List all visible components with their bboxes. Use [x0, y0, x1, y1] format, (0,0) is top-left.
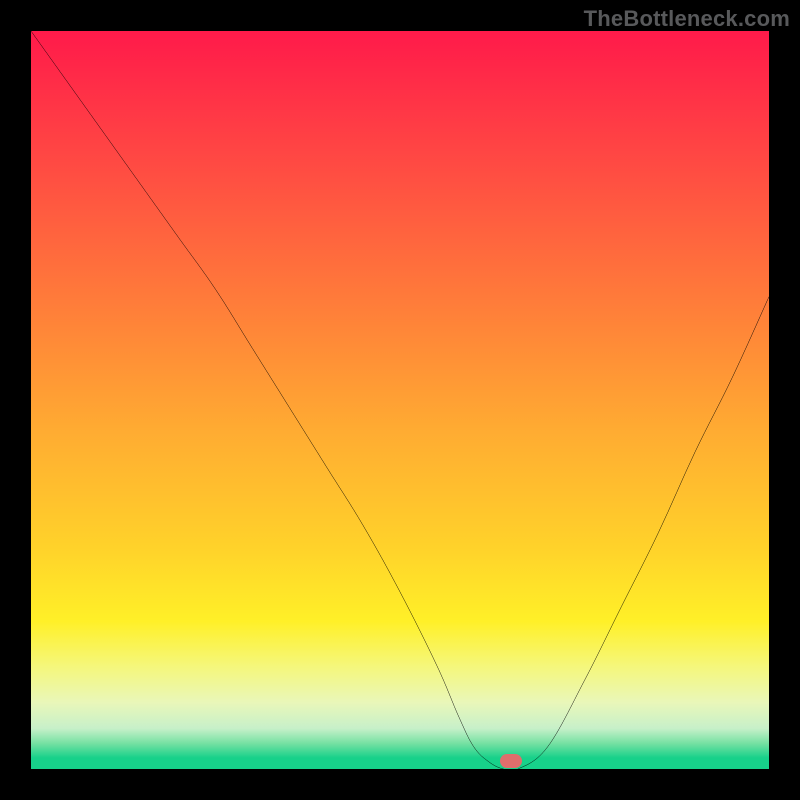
optimum-marker — [500, 754, 522, 768]
plot-area — [31, 31, 769, 769]
chart-frame: TheBottleneck.com — [0, 0, 800, 800]
attribution-text: TheBottleneck.com — [584, 6, 790, 32]
bottleneck-curve — [31, 31, 769, 769]
